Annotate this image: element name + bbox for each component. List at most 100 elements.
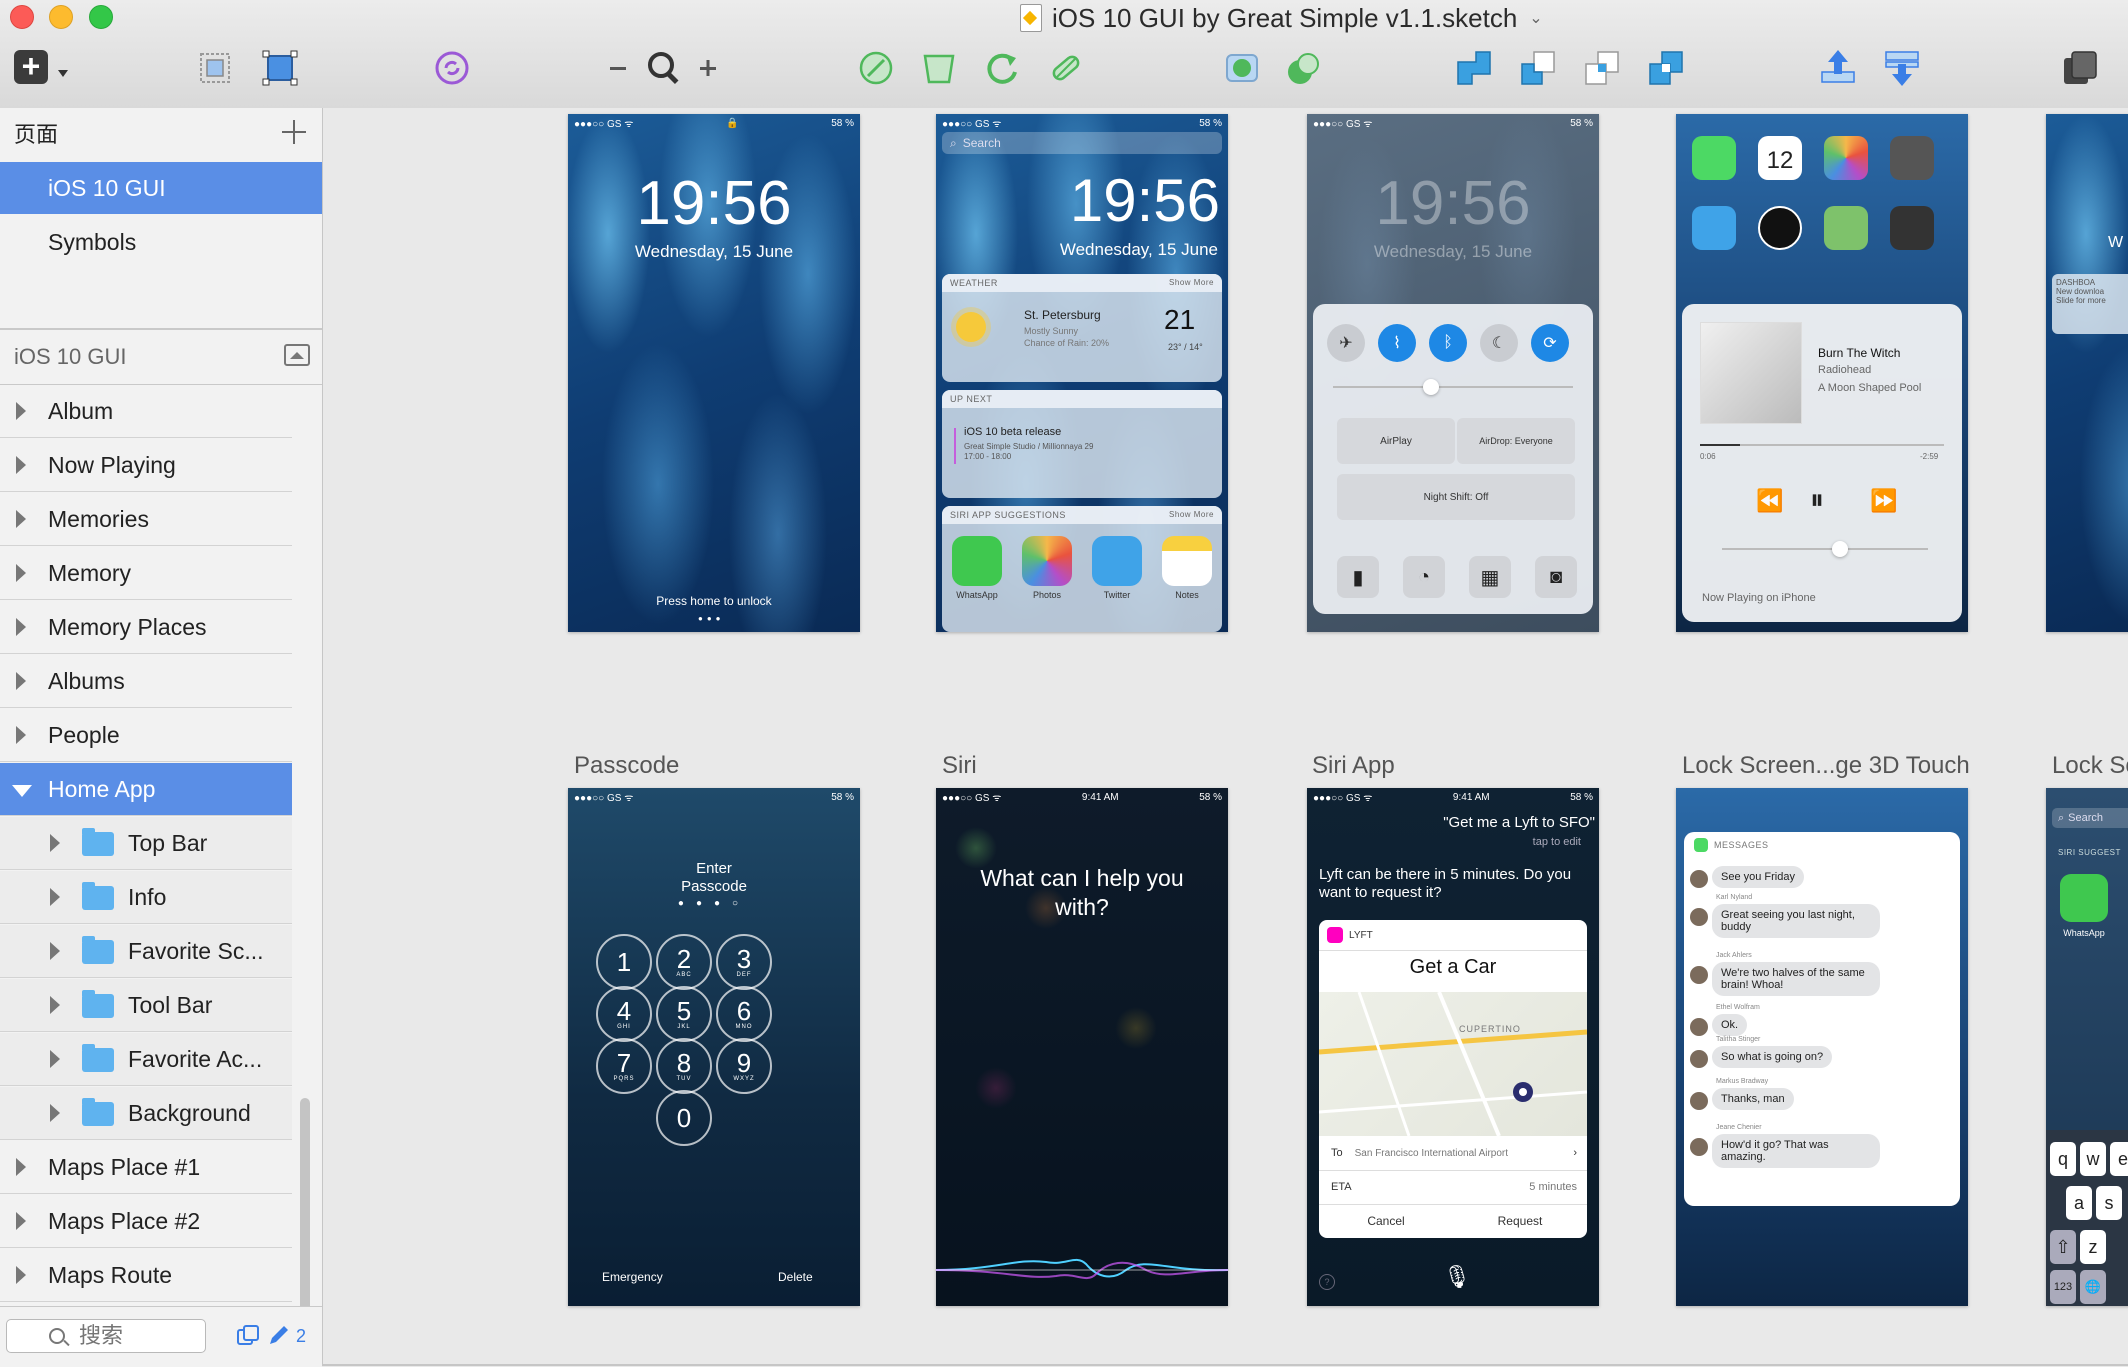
layer-row-info[interactable]: Info bbox=[0, 871, 292, 924]
upnext-widget[interactable]: UP NEXT iOS 10 beta release Great Simple… bbox=[942, 390, 1222, 498]
emergency-button[interactable]: Emergency bbox=[602, 1270, 663, 1284]
artboard-label-siri[interactable]: Siri bbox=[942, 752, 977, 780]
wifi-toggle-icon[interactable]: ⌇ bbox=[1378, 324, 1416, 362]
canvas[interactable]: ●●●○○ GS ᯤ 🔒 58 % 19:56 Wednesday, 15 Ju… bbox=[323, 108, 2128, 1366]
twitter-app-icon[interactable] bbox=[1092, 536, 1142, 586]
artboard-partial-search[interactable]: ⌕ Search SIRI SUGGEST WhatsApp q w e a s… bbox=[2046, 788, 2128, 1306]
flashlight-icon[interactable]: ▮ bbox=[1337, 556, 1379, 598]
whatsapp-app-icon[interactable] bbox=[952, 536, 1002, 586]
photos-app-icon[interactable] bbox=[1022, 536, 1072, 586]
zoom-in-button[interactable] bbox=[694, 48, 724, 88]
airplay-device-label[interactable]: Now Playing on iPhone bbox=[1702, 592, 1816, 604]
pencil-icon[interactable] bbox=[266, 1324, 290, 1348]
keypad-key-7[interactable]: 7 PQRS bbox=[596, 1038, 652, 1094]
transform-tool-button[interactable] bbox=[919, 48, 959, 88]
delete-button[interactable]: Delete bbox=[778, 1270, 813, 1284]
close-window-button[interactable] bbox=[10, 5, 34, 29]
disclosure-closed-icon[interactable] bbox=[50, 942, 60, 960]
layer-row-maps-place-2[interactable]: Maps Place #2 bbox=[0, 1195, 292, 1248]
today-search-field[interactable]: ⌕ Search bbox=[942, 132, 1222, 154]
disclosure-closed-icon[interactable] bbox=[16, 618, 26, 636]
artboard-now-playing[interactable]: 12 Burn The Witch Radiohead A Moon Shape… bbox=[1676, 114, 1968, 632]
tap-to-edit[interactable]: tap to edit bbox=[1533, 836, 1581, 848]
disclosure-closed-icon[interactable] bbox=[16, 564, 26, 582]
request-button[interactable]: Request bbox=[1453, 1206, 1587, 1236]
artboard-label-lock-3d-touch[interactable]: Lock Screen...ge 3D Touch bbox=[1682, 752, 1970, 780]
create-symbol-button[interactable] bbox=[432, 48, 472, 88]
show-more-link[interactable]: Show More bbox=[1169, 511, 1214, 519]
keypad-key-8[interactable]: 8 TUV bbox=[656, 1038, 712, 1094]
rotation-lock-icon[interactable]: ⟳ bbox=[1531, 324, 1569, 362]
artboard-control-center[interactable]: ●●●○○ GS ᯤ 58 % 19:56 Wednesday, 15 June… bbox=[1307, 114, 1599, 632]
shift-key[interactable]: ⇧ bbox=[2050, 1230, 2076, 1264]
disclosure-closed-icon[interactable] bbox=[16, 402, 26, 420]
slider-thumb[interactable] bbox=[1423, 379, 1439, 395]
intersect-button[interactable] bbox=[1582, 48, 1622, 88]
keypad-key-2[interactable]: 2 ABC bbox=[656, 934, 712, 990]
subtract-button[interactable] bbox=[1518, 48, 1558, 88]
weather-widget[interactable]: WEATHER Show More St. Petersburg Mostly S… bbox=[942, 274, 1222, 382]
layer-row-favorite-ac[interactable]: Favorite Ac... bbox=[0, 1033, 292, 1086]
keypad-key-6[interactable]: 6 MNO bbox=[716, 986, 772, 1042]
disclosure-closed-icon[interactable] bbox=[50, 834, 60, 852]
keypad-key-1[interactable]: 1 bbox=[596, 934, 652, 990]
cancel-button[interactable]: Cancel bbox=[1319, 1206, 1453, 1236]
rotate-tool-button[interactable] bbox=[982, 48, 1022, 88]
artboard-partial-dashboard[interactable]: DASHBOA New downloa Slide for more W bbox=[2046, 114, 2128, 632]
zoom-out-button[interactable] bbox=[606, 48, 636, 88]
layer-row-album[interactable]: Album bbox=[0, 385, 292, 438]
airdrop-button[interactable]: AirDrop: Everyone bbox=[1457, 418, 1575, 464]
edit-tool-button[interactable] bbox=[856, 48, 896, 88]
scale-button[interactable] bbox=[1284, 48, 1324, 88]
layer-row-memory-places[interactable]: Memory Places bbox=[0, 601, 292, 654]
numbers-key[interactable]: 123 bbox=[2050, 1270, 2076, 1304]
disclosure-open-icon[interactable] bbox=[12, 785, 32, 797]
zoom-button[interactable] bbox=[644, 48, 684, 88]
minimize-window-button[interactable] bbox=[49, 5, 73, 29]
keyboard-key[interactable]: z bbox=[2080, 1230, 2106, 1264]
night-shift-button[interactable]: Night Shift: Off bbox=[1337, 474, 1575, 520]
keyboard-key[interactable]: e bbox=[2110, 1142, 2128, 1176]
window-title[interactable]: iOS 10 GUI by Great Simple v1.1.sketch ⌄ bbox=[1020, 2, 1543, 34]
layers-scrollbar[interactable] bbox=[300, 1098, 310, 1324]
disclosure-closed-icon[interactable] bbox=[16, 456, 26, 474]
timer-icon[interactable]: ◔ bbox=[1403, 556, 1445, 598]
disclosure-closed-icon[interactable] bbox=[50, 888, 60, 906]
destination-row[interactable]: To San Francisco International Airport › bbox=[1319, 1136, 1587, 1171]
collapse-groups-icon[interactable] bbox=[284, 344, 310, 366]
union-button[interactable] bbox=[1454, 48, 1494, 88]
keypad-key-0[interactable]: 0 bbox=[656, 1090, 712, 1146]
disclosure-closed-icon[interactable] bbox=[50, 996, 60, 1014]
calculator-icon[interactable]: ▦ bbox=[1469, 556, 1511, 598]
disclosure-closed-icon[interactable] bbox=[50, 1050, 60, 1068]
layer-row-memory[interactable]: Memory bbox=[0, 547, 292, 600]
backward-button[interactable] bbox=[1882, 48, 1922, 88]
artboard-label-lock-partial[interactable]: Lock Sc bbox=[2052, 752, 2128, 780]
keypad-key-9[interactable]: 9 WXYZ bbox=[716, 1038, 772, 1094]
layer-row-memories[interactable]: Memories bbox=[0, 493, 292, 546]
layer-row-maps-route[interactable]: Maps Route bbox=[0, 1249, 292, 1302]
do-not-disturb-icon[interactable]: ☾ bbox=[1480, 324, 1518, 362]
airplane-mode-icon[interactable]: ✈ bbox=[1327, 324, 1365, 362]
layer-search-input[interactable] bbox=[77, 1322, 171, 1350]
group-tool-button[interactable] bbox=[195, 48, 235, 88]
layer-row-now-playing[interactable]: Now Playing bbox=[0, 439, 292, 492]
disclosure-closed-icon[interactable] bbox=[50, 1104, 60, 1122]
chevron-down-icon[interactable]: ⌄ bbox=[1529, 8, 1542, 28]
artboard-siri-app[interactable]: ●●●○○ GS ᯤ 9:41 AM 58 % "Get me a Lyft t… bbox=[1307, 788, 1599, 1306]
keypad-key-5[interactable]: 5 JKL bbox=[656, 986, 712, 1042]
layer-row-tool-bar[interactable]: Tool Bar bbox=[0, 979, 292, 1032]
layer-row-people[interactable]: People bbox=[0, 709, 292, 762]
siri-suggestions-widget[interactable]: SIRI APP SUGGESTIONS Show More WhatsApp P… bbox=[942, 506, 1222, 632]
keyboard-key[interactable]: w bbox=[2080, 1142, 2106, 1176]
keypad-key-4[interactable]: 4 GHI bbox=[596, 986, 652, 1042]
lyft-map[interactable]: CUPERTINO bbox=[1319, 991, 1587, 1137]
microphone-icon[interactable]: 🎙 bbox=[1443, 1264, 1471, 1290]
slider-thumb[interactable] bbox=[1832, 541, 1848, 557]
artboard-passcode[interactable]: ●●●○○ GS ᯤ 58 % Enter Passcode ●●●○ 1 2 AB… bbox=[568, 788, 860, 1306]
disclosure-closed-icon[interactable] bbox=[16, 672, 26, 690]
mirror-button[interactable] bbox=[2060, 48, 2100, 88]
brightness-slider[interactable] bbox=[1333, 379, 1573, 395]
artboard-lock-3d-touch[interactable]: MESSAGES See you Friday Karl Nyland Great … bbox=[1676, 788, 1968, 1306]
help-icon[interactable]: ? bbox=[1319, 1274, 1335, 1290]
